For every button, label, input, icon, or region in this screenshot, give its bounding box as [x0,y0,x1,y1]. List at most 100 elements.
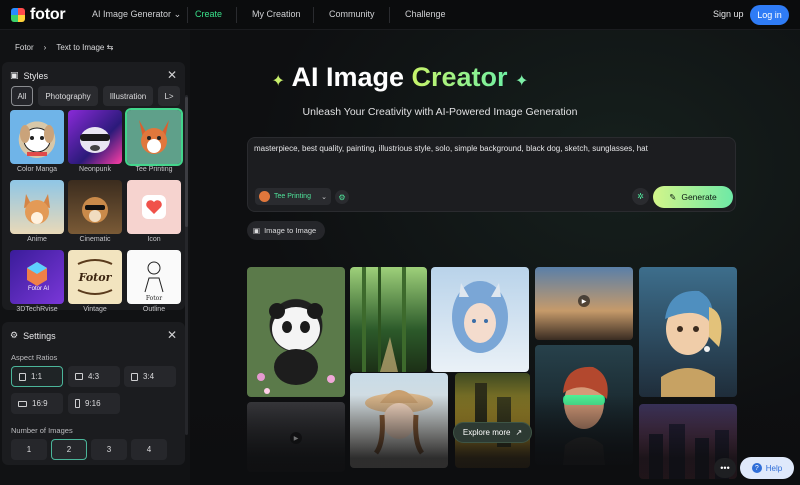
anime-girl-image [452,281,508,353]
explore-more-button[interactable]: Explore more ↗ [453,422,532,443]
log-in-button[interactable]: Log in [750,5,789,25]
style-thumb-vintage[interactable]: Fotor [68,250,122,304]
gallery-video-landscape[interactable]: ▶ [535,267,633,340]
style-thumb-icon[interactable] [127,180,181,234]
style-label: Outline [142,306,166,313]
ratio-3-4[interactable]: 3:4 [124,366,176,387]
style-label: Anime [27,236,47,243]
fotor-logo[interactable]: fotor [11,6,66,24]
gallery-image-panda[interactable] [247,267,345,397]
chevron-down-icon: ⌄ [321,193,327,201]
magic-wand-icon: ✎ [669,191,677,202]
cube-icon [27,262,47,286]
ratio-4-3[interactable]: 4:3 [68,366,120,387]
nav-create[interactable]: Create [195,9,222,19]
num-images-4[interactable]: 4 [131,439,167,460]
style-thumb-3dtechrvise[interactable]: Fotor AI [10,250,64,304]
ratio-16-9[interactable]: 16:9 [11,393,63,414]
breadcrumb-root[interactable]: Fotor [15,43,34,52]
generate-button[interactable]: ✎ Generate [653,186,733,208]
nav-challenge[interactable]: Challenge [405,9,446,19]
more-options-button[interactable]: ••• [714,458,736,478]
forest-image [362,267,406,372]
sparkle-icon: ✦ [271,73,285,90]
aspect-ratios-label: Aspect Ratios [11,353,58,362]
svg-text:Fotor: Fotor [78,271,113,284]
sparkle-icon: ✦ [515,73,529,90]
nav-community[interactable]: Community [329,9,375,19]
nav-divider [313,7,314,23]
style-label: 3DTechRvise [16,306,58,313]
shiba-photo [82,197,108,223]
breadcrumb-current[interactable]: Text to Image ⇆ [56,43,113,52]
gear-icon: ⚙ [338,192,346,202]
num-images-2[interactable]: 2 [51,439,87,460]
arrow-up-right-icon: ↗ [515,428,523,437]
svg-text:Fotor: Fotor [146,295,162,302]
dice-icon: ✲ [637,192,644,201]
random-prompt-button[interactable]: ✲ [632,188,649,205]
fotor-ai-label: Fotor AI [28,286,50,292]
style-thumb-tee-printing[interactable] [125,108,183,166]
hero-subtitle: Unleash Your Creativity with AI-Powered … [302,106,578,118]
image-icon: ▣ [253,226,261,235]
gallery-image-forest[interactable] [350,267,427,372]
breadcrumb: Fotor › Text to Image ⇆ [15,43,113,52]
style-label: Vintage [83,306,107,313]
settings-title: ⚙ Settings [10,330,56,341]
chevron-down-icon: ⌄ [173,9,182,19]
nav-divider [389,7,390,23]
gallery-image-anime-girl[interactable] [431,267,529,372]
close-icon[interactable]: ✕ [167,328,177,342]
style-label: Tee Printing [135,166,173,173]
style-thumb-cinematic[interactable] [68,180,122,234]
shiba-illustration [24,194,50,224]
image-to-image-button[interactable]: ▣ Image to Image [247,221,325,240]
prompt-input[interactable]: masterpiece, best quality, painting, ill… [254,144,648,153]
style-thumb-color-manga[interactable] [10,110,64,164]
style-label: Neonpunk [79,166,111,173]
sign-up-link[interactable]: Sign up [713,9,744,19]
logo-text: fotor [30,6,66,23]
square-icon [19,372,26,381]
outline-figure: Fotor [144,261,164,302]
nav-ai-image-generator[interactable]: AI Image Generator ⌄ [92,9,181,20]
corgi-illustration [139,120,169,154]
swap-icon: ⇆ [106,43,114,52]
nav-divider [187,7,188,23]
widescreen-icon [18,400,27,407]
hero-title: ✦ AI Image Creator ✦ [271,62,529,92]
nav-my-creation[interactable]: My Creation [252,9,301,19]
style-label: Icon [147,236,161,243]
play-icon: ▶ [578,295,590,307]
heart-icon [142,195,166,219]
dog-illustration [20,125,54,156]
nav-divider [236,7,237,23]
style-label: Color Manga [16,166,58,173]
settings-gear-button[interactable]: ⚙ [335,190,349,204]
style-label: Cinematic [79,236,111,243]
help-icon: ? [751,463,762,473]
style-thumb-anime[interactable] [10,180,64,234]
chevron-right-icon: › [43,43,47,52]
top-bar: fotor AI Image Generator ⌄ Create My Cre… [0,0,800,30]
gallery-image-pearl-girl[interactable] [639,267,737,397]
style-thumb-neonpunk[interactable] [68,110,122,164]
style-thumb-outline[interactable]: Fotor [127,250,181,304]
vintage-logo: Fotor [77,259,113,295]
bulldog-illustration [80,127,110,153]
num-images-3[interactable]: 3 [91,439,127,460]
gear-icon: ⚙ [10,330,19,340]
pearl-earring-girl-image [661,290,722,397]
tall-icon [75,399,80,408]
style-avatar [259,191,270,202]
help-button[interactable]: ? Help [740,457,794,479]
number-of-images-label: Number of Images [11,426,73,435]
ratio-9-16[interactable]: 9:16 [68,393,120,414]
style-selector[interactable]: Tee Printing ⌄ [255,188,331,205]
prompt-box[interactable]: masterpiece, best quality, painting, ill… [247,137,736,212]
ratio-1-1[interactable]: 1:1 [11,366,63,387]
portrait-icon [131,372,138,381]
fotor-logo-icon [11,8,25,22]
num-images-1[interactable]: 1 [11,439,47,460]
